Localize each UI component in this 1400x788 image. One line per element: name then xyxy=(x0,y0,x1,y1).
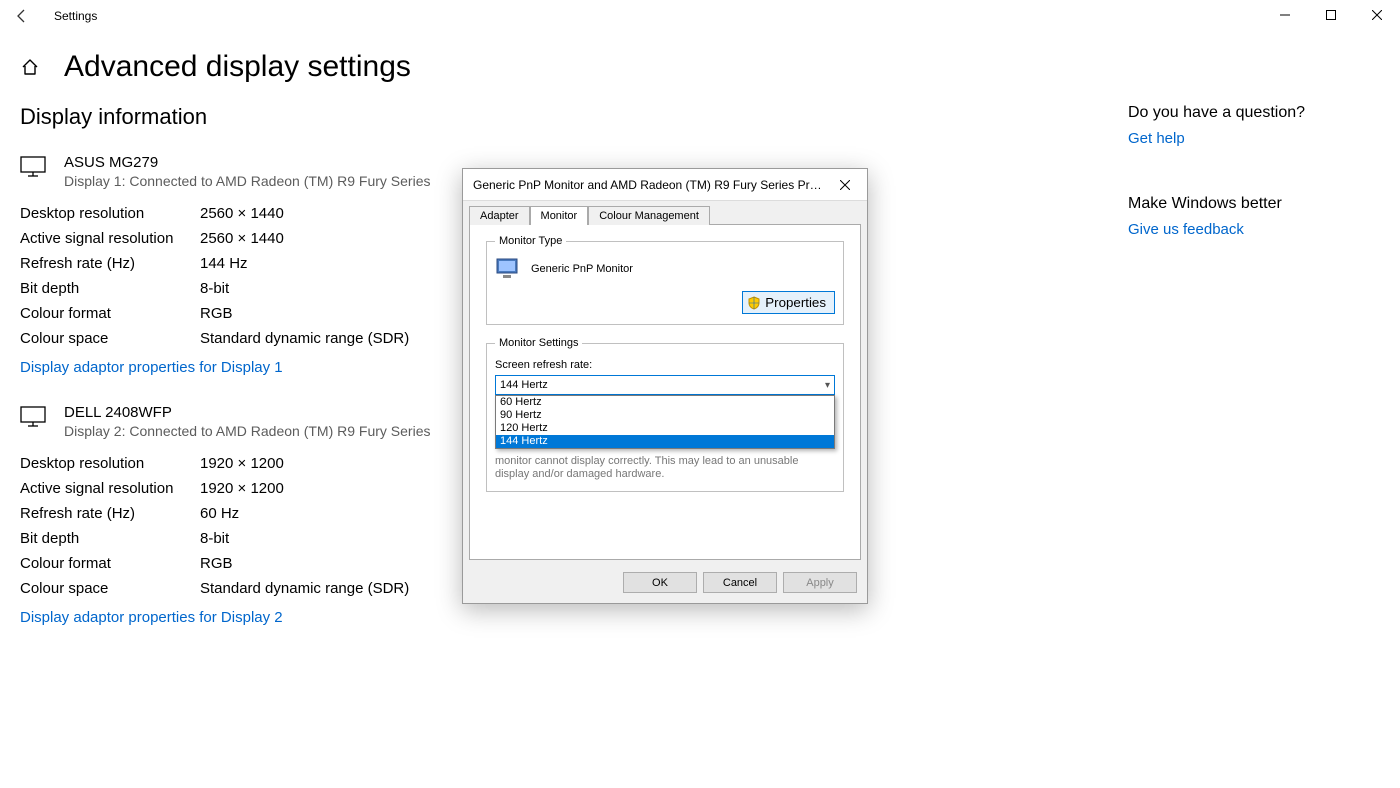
tab-monitor[interactable]: Monitor xyxy=(530,206,589,225)
prop-label: Active signal resolution xyxy=(20,230,200,247)
arrow-left-icon xyxy=(14,8,30,24)
properties-button-label: Properties xyxy=(765,295,826,310)
prop-value: 8-bit xyxy=(200,280,229,297)
dialog-close-button[interactable] xyxy=(825,170,865,200)
display-subtitle: Display 1: Connected to AMD Radeon (TM) … xyxy=(64,173,430,189)
sidebar-better-heading: Make Windows better xyxy=(1128,195,1368,213)
get-help-link[interactable]: Get help xyxy=(1128,130,1185,147)
hidden-mode-note: monitor cannot display correctly. This m… xyxy=(495,455,835,481)
monitor-icon xyxy=(20,406,46,428)
dialog-title: Generic PnP Monitor and AMD Radeon (TM) … xyxy=(473,178,825,192)
refresh-option-144[interactable]: 144 Hertz xyxy=(496,435,834,448)
prop-label: Colour format xyxy=(20,555,200,572)
prop-label: Refresh rate (Hz) xyxy=(20,255,200,272)
prop-value: 8-bit xyxy=(200,530,229,547)
prop-value: Standard dynamic range (SDR) xyxy=(200,330,409,347)
dialog-tabstrip: Adapter Monitor Colour Management xyxy=(463,201,867,224)
tab-body: Monitor Type Generic PnP Monitor Propert… xyxy=(469,224,861,560)
refresh-rate-combo[interactable]: 144 Hertz ▾ xyxy=(495,375,835,395)
display-name: ASUS MG279 xyxy=(64,154,430,171)
prop-value: RGB xyxy=(200,305,233,322)
prop-value: 2560 × 1440 xyxy=(200,230,284,247)
shield-icon xyxy=(747,296,761,310)
tab-colour-management[interactable]: Colour Management xyxy=(588,206,710,225)
back-button[interactable] xyxy=(8,2,36,30)
prop-label: Desktop resolution xyxy=(20,205,200,222)
apply-button[interactable]: Apply xyxy=(783,572,857,593)
app-title: Settings xyxy=(54,9,97,23)
titlebar: Settings xyxy=(0,0,1400,32)
cancel-button[interactable]: Cancel xyxy=(703,572,777,593)
refresh-rate-dropdown-list: 60 Hertz 90 Hertz 120 Hertz 144 Hertz xyxy=(495,395,835,449)
monitor-settings-group: Monitor Settings Screen refresh rate: 14… xyxy=(486,337,844,492)
sidebar: Do you have a question? Get help Make Wi… xyxy=(1128,104,1368,654)
ok-button[interactable]: OK xyxy=(623,572,697,593)
feedback-link[interactable]: Give us feedback xyxy=(1128,221,1244,238)
adaptor-properties-link-2[interactable]: Display adaptor properties for Display 2 xyxy=(20,609,283,626)
prop-label: Colour space xyxy=(20,330,200,347)
prop-value: Standard dynamic range (SDR) xyxy=(200,580,409,597)
close-icon xyxy=(1372,10,1382,20)
monitor-icon xyxy=(20,156,46,178)
home-icon[interactable] xyxy=(20,57,40,77)
prop-label: Refresh rate (Hz) xyxy=(20,505,200,522)
close-button[interactable] xyxy=(1354,0,1400,30)
prop-label: Colour format xyxy=(20,305,200,322)
page-title: Advanced display settings xyxy=(64,50,411,84)
prop-value: 1920 × 1200 xyxy=(200,480,284,497)
dialog-button-row: OK Cancel Apply xyxy=(463,566,867,603)
close-icon xyxy=(840,180,850,190)
prop-label: Bit depth xyxy=(20,530,200,547)
prop-value: RGB xyxy=(200,555,233,572)
monitor-properties-dialog: Generic PnP Monitor and AMD Radeon (TM) … xyxy=(462,168,868,604)
refresh-option-90[interactable]: 90 Hertz xyxy=(496,409,834,422)
prop-value: 144 Hz xyxy=(200,255,248,272)
chevron-down-icon: ▾ xyxy=(825,380,830,391)
sidebar-question-heading: Do you have a question? xyxy=(1128,104,1368,122)
refresh-option-60[interactable]: 60 Hertz xyxy=(496,396,834,409)
adaptor-properties-link-1[interactable]: Display adaptor properties for Display 1 xyxy=(20,359,283,376)
prop-value: 1920 × 1200 xyxy=(200,455,284,472)
dialog-titlebar[interactable]: Generic PnP Monitor and AMD Radeon (TM) … xyxy=(463,169,867,201)
properties-button[interactable]: Properties xyxy=(742,291,835,314)
monitor-type-legend: Monitor Type xyxy=(495,235,566,247)
prop-value: 2560 × 1440 xyxy=(200,205,284,222)
display-name: DELL 2408WFP xyxy=(64,404,430,421)
tab-adapter[interactable]: Adapter xyxy=(469,206,530,225)
prop-label: Desktop resolution xyxy=(20,455,200,472)
refresh-rate-selected: 144 Hertz xyxy=(500,379,548,391)
section-title: Display information xyxy=(20,104,1088,130)
monitor-type-group: Monitor Type Generic PnP Monitor Propert… xyxy=(486,235,844,325)
page-header: Advanced display settings xyxy=(0,32,1400,92)
monitor-icon xyxy=(495,257,521,281)
prop-value: 60 Hz xyxy=(200,505,239,522)
minimize-icon xyxy=(1280,10,1290,20)
refresh-option-120[interactable]: 120 Hertz xyxy=(496,422,834,435)
maximize-icon xyxy=(1326,10,1336,20)
maximize-button[interactable] xyxy=(1308,0,1354,30)
monitor-settings-legend: Monitor Settings xyxy=(495,337,582,349)
prop-label: Bit depth xyxy=(20,280,200,297)
monitor-type-value: Generic PnP Monitor xyxy=(531,263,633,275)
minimize-button[interactable] xyxy=(1262,0,1308,30)
display-subtitle: Display 2: Connected to AMD Radeon (TM) … xyxy=(64,423,430,439)
prop-label: Colour space xyxy=(20,580,200,597)
prop-label: Active signal resolution xyxy=(20,480,200,497)
refresh-rate-label: Screen refresh rate: xyxy=(495,359,835,371)
